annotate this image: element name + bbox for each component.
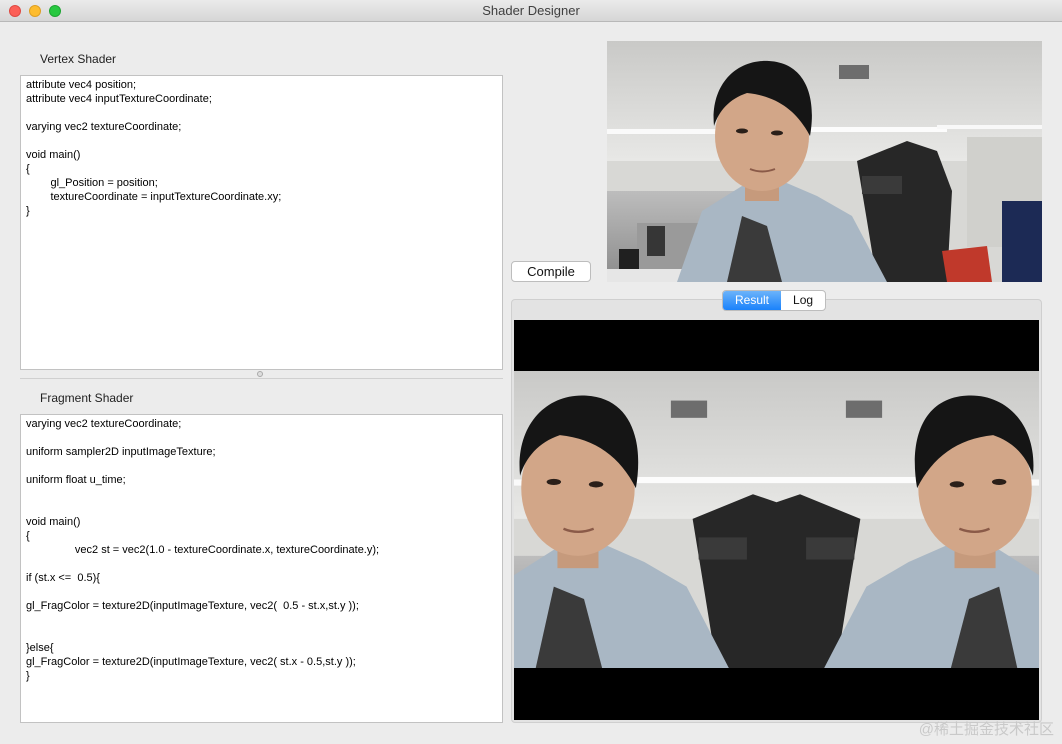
tab-result[interactable]: Result bbox=[723, 291, 782, 310]
result-view bbox=[514, 320, 1039, 720]
window-title: Shader Designer bbox=[482, 3, 580, 18]
camera-preview bbox=[607, 41, 1042, 282]
vertex-shader-label: Vertex Shader bbox=[40, 52, 117, 66]
editor-splitter[interactable] bbox=[20, 369, 503, 379]
watermark-text: @稀土掘金技术社区 bbox=[918, 721, 1054, 738]
fragment-shader-label: Fragment Shader bbox=[40, 391, 134, 405]
vertex-shader-editor[interactable]: attribute vec4 position; attribute vec4 … bbox=[20, 75, 503, 370]
fragment-shader-editor[interactable]: varying vec2 textureCoordinate; uniform … bbox=[20, 414, 503, 723]
compile-button[interactable]: Compile bbox=[511, 261, 591, 282]
splitter-handle-icon[interactable] bbox=[257, 371, 263, 377]
result-mirrored-image bbox=[514, 320, 1039, 720]
output-tabs: Result Log bbox=[722, 290, 827, 311]
tab-log[interactable]: Log bbox=[781, 291, 825, 310]
title-bar: Shader Designer bbox=[0, 0, 1062, 22]
camera-preview-image bbox=[607, 41, 1042, 282]
